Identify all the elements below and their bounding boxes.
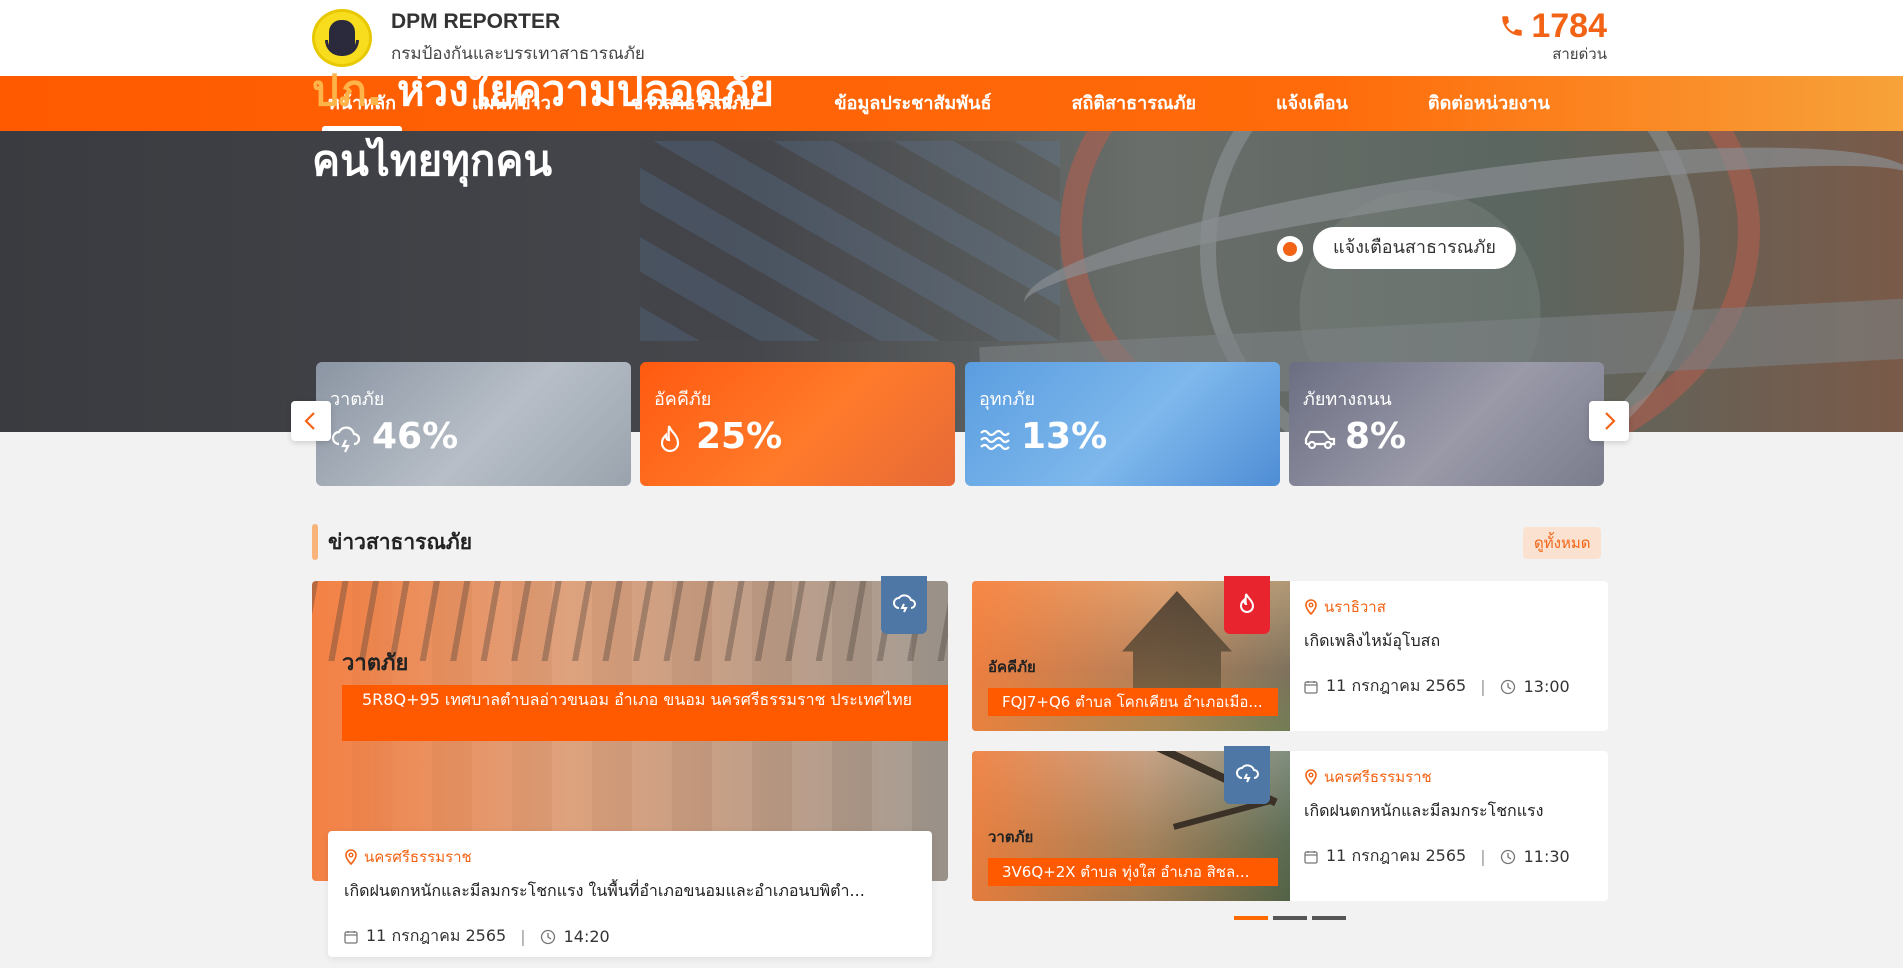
carousel-next-button[interactable]	[1589, 401, 1629, 441]
news-category: วาตภัย	[988, 828, 1034, 846]
stat-label: อุทกภัย	[979, 389, 1035, 410]
calendar-icon	[1304, 680, 1318, 694]
disaster-alert-button[interactable]: แจ้งเตือนสาธารณภัย	[1313, 227, 1516, 269]
stat-card-road[interactable]: ภัยทางถนน 8%	[1289, 362, 1604, 486]
pagination-dot[interactable]	[1273, 916, 1307, 920]
news-time: 11:30	[1523, 847, 1570, 866]
news-date: 11 กรกฎาคม 2565	[1326, 846, 1467, 865]
nav-alerts[interactable]: แจ้งเตือน	[1276, 76, 1348, 131]
stat-label: วาตภัย	[330, 389, 385, 410]
car-icon	[1303, 424, 1336, 454]
news-tag	[1224, 576, 1270, 634]
section-title: ข่าวสาธารณภัย	[328, 529, 473, 554]
brand-title: DPM REPORTER	[391, 10, 561, 33]
stat-label: ภัยทางถนน	[1303, 389, 1392, 410]
featured-news-info[interactable]: นครศรีธรรมราช เกิดฝนตกหนักและมีลมกระโชกแ…	[328, 831, 932, 957]
location-pin-icon	[345, 849, 357, 865]
news-description: เกิดฝนตกหนักและมีลมกระโชกแรง	[1304, 801, 1544, 820]
stat-card-storm[interactable]: วาตภัย 46%	[316, 362, 631, 486]
storm-cloud-icon	[1236, 764, 1259, 783]
news-card[interactable]: วาตภัย 3V6Q+2X ตำบล ทุ่งใส อำเภอ สิชล...…	[972, 751, 1608, 901]
news-address: FQJ7+Q6 ตำบล โคกเคียน อำเภอเมือ...	[988, 688, 1278, 716]
nav-statistics[interactable]: สถิติสาธารณภัย	[1071, 76, 1196, 131]
clock-icon	[1500, 679, 1515, 694]
site-header: DPM REPORTER กรมป้องกันและบรรเทาสาธารณภั…	[0, 0, 1903, 76]
location-pin-icon	[1305, 769, 1317, 785]
hotline[interactable]: 1784 สายด่วน	[1499, 8, 1607, 66]
news-category: อัคคีภัย	[988, 658, 1036, 676]
hotline-label: สายด่วน	[1552, 45, 1607, 63]
news-address: 5R8Q+95 เทศบาลตำบลอ่าวขนอม อำเภอ ขนอม นค…	[342, 685, 948, 741]
hero-title: ปภ. ห่วงใยความปลอดภัย คนไทยทุกคน	[312, 56, 774, 196]
news-province: นราธิวาส	[1324, 598, 1386, 616]
location-pin-icon	[1305, 599, 1317, 615]
news-category: วาตภัย	[342, 651, 409, 676]
news-tag	[881, 576, 927, 634]
calendar-icon	[1304, 850, 1318, 864]
wave-icon	[979, 424, 1011, 454]
pagination-dot[interactable]	[1312, 916, 1346, 920]
stat-value: 8%	[1345, 416, 1407, 457]
news-time: 14:20	[563, 927, 610, 946]
stat-value: 46%	[372, 416, 459, 457]
stat-card-fire[interactable]: อัคคีภัย 25%	[640, 362, 955, 486]
news-address: 3V6Q+2X ตำบล ทุ่งใส อำเภอ สิชล...	[988, 858, 1278, 886]
nav-contact[interactable]: ติดต่อหน่วยงาน	[1428, 76, 1550, 131]
stat-value: 13%	[1021, 416, 1108, 457]
hero-title-line2: คนไทยทุกคน	[312, 136, 553, 185]
stat-card-flood[interactable]: อุทกภัย 13%	[965, 362, 1280, 486]
section-accent-bar	[312, 524, 318, 560]
hero-title-line1: ห่วงใยความปลอดภัย	[396, 66, 774, 115]
chevron-right-icon	[1605, 412, 1616, 430]
alert-indicator	[1277, 236, 1303, 262]
phone-icon	[1499, 13, 1525, 39]
nav-pr-info[interactable]: ข้อมูลประชาสัมพันธ์	[834, 76, 991, 131]
stat-value: 25%	[696, 416, 783, 457]
calendar-icon	[344, 930, 358, 944]
storm-cloud-icon	[330, 424, 362, 454]
chevron-left-icon	[304, 412, 315, 430]
see-all-button[interactable]: ดูทั้งหมด	[1523, 527, 1602, 559]
news-tag	[1224, 746, 1270, 804]
fire-icon	[654, 424, 686, 454]
pagination-dot[interactable]	[1234, 916, 1268, 920]
storm-cloud-icon	[893, 594, 916, 613]
news-province: นครศรีธรรมราช	[364, 848, 472, 866]
hotline-number: 1784	[1531, 7, 1607, 45]
news-description: เกิดเพลิงไหม้อุโบสถ	[1304, 631, 1441, 650]
carousel-prev-button[interactable]	[291, 401, 331, 441]
news-date: 11 กรกฎาคม 2565	[1326, 676, 1467, 695]
main-nav: หน้าหลัก แผนที่ข่าว ข่าวสาธารณภัย ข้อมูล…	[0, 76, 1903, 131]
news-province: นครศรีธรรมราช	[1324, 768, 1432, 786]
hero-title-accent: ปภ.	[312, 66, 383, 115]
clock-icon	[540, 929, 555, 944]
news-section-header: ข่าวสาธารณภัย	[312, 524, 472, 560]
news-description: เกิดฝนตกหนักและมีลมกระโชกแรง ในพื้นที่อำ…	[344, 881, 865, 900]
news-date: 11 กรกฎาคม 2565	[366, 926, 507, 945]
news-time: 13:00	[1523, 677, 1570, 696]
news-card[interactable]: อัคคีภัย FQJ7+Q6 ตำบล โคกเคียน อำเภอเมือ…	[972, 581, 1608, 731]
clock-icon	[1500, 849, 1515, 864]
news-pagination	[1234, 916, 1346, 920]
stat-label: อัคคีภัย	[654, 389, 712, 410]
fire-icon	[1239, 593, 1255, 613]
